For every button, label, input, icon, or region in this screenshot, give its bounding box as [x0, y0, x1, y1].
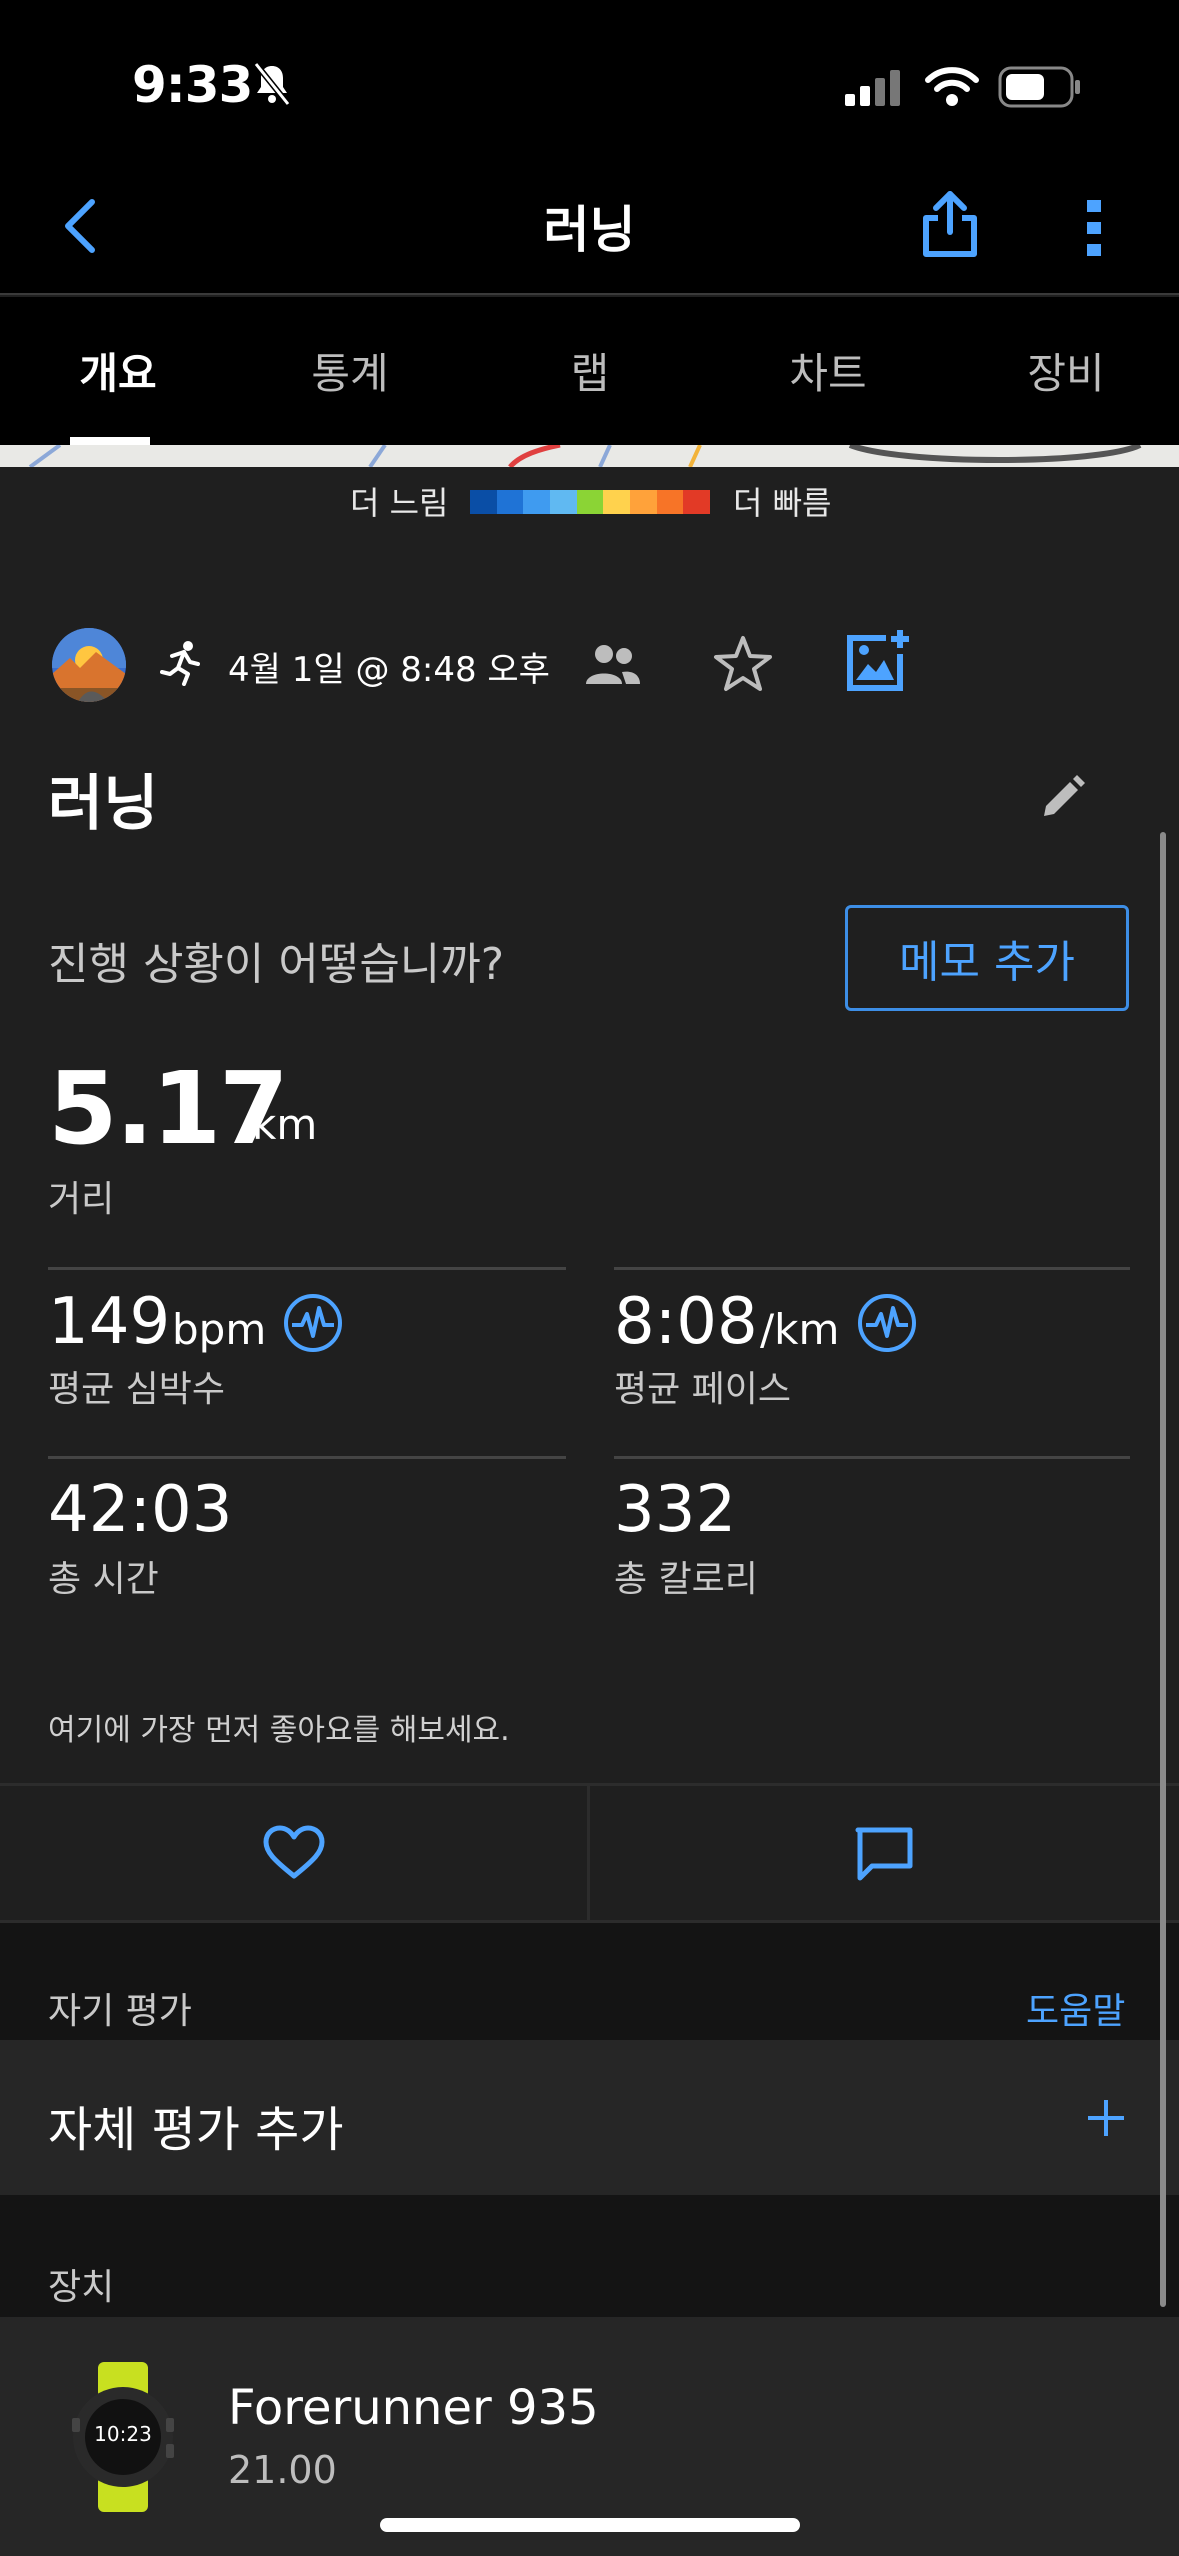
watch-face-time: 10:23 [94, 2422, 152, 2446]
add-photo-icon[interactable] [846, 628, 912, 694]
divider [614, 1267, 1130, 1270]
page-title: 러닝 [543, 201, 636, 259]
device-section [0, 2195, 1179, 2317]
device-version: 21.00 [228, 2448, 337, 2492]
tab-active-indicator [70, 437, 150, 445]
like-heart-icon[interactable] [262, 1824, 326, 1882]
calories-value: 332 [614, 1473, 737, 1547]
home-indicator[interactable] [380, 2518, 800, 2532]
activity-title: 러닝 [48, 769, 159, 839]
wifi-icon [925, 67, 979, 106]
divider [48, 1267, 566, 1270]
device-name: Forerunner 935 [228, 2380, 599, 2436]
watch-image: 10:23 [68, 2362, 178, 2512]
heart-rate-value: 149 [48, 1285, 171, 1359]
divider [614, 1456, 1130, 1459]
distance-unit: km [252, 1100, 318, 1149]
running-icon [160, 641, 200, 686]
add-self-eval-label: 자체 평가 추가 [48, 2102, 344, 2158]
share-icon[interactable] [920, 188, 980, 260]
distance-label: 거리 [48, 1179, 115, 1220]
pace-label: 평균 페이스 [614, 1369, 792, 1410]
pace-chart-icon[interactable] [856, 1292, 918, 1354]
more-menu-icon[interactable] [1083, 196, 1107, 260]
bell-muted-icon [253, 62, 291, 106]
heart-rate-chart-icon[interactable] [282, 1292, 344, 1354]
plus-icon[interactable] [1086, 2098, 1126, 2138]
legend-fast-label: 더 빠름 [733, 484, 832, 522]
legend-slow-label: 더 느림 [350, 484, 449, 522]
people-icon[interactable] [584, 642, 642, 688]
self-eval-heading: 자기 평가 [48, 1991, 192, 2032]
total-time-value: 42:03 [48, 1473, 233, 1547]
tab-gear[interactable]: 장비 [948, 340, 1179, 401]
progress-prompt: 진행 상황이 어떻습니까? [48, 939, 505, 990]
total-time-label: 총 시간 [48, 1559, 159, 1600]
avatar[interactable] [52, 628, 126, 702]
battery-icon [998, 66, 1080, 108]
route-map[interactable] [0, 445, 1179, 467]
pace-unit: /km [760, 1305, 840, 1354]
comment-icon[interactable] [854, 1826, 914, 1882]
distance-value: 5.17 [48, 1050, 289, 1167]
favorite-star-icon[interactable] [712, 634, 774, 694]
divider [587, 1786, 590, 1920]
add-memo-button[interactable]: 메모 추가 [845, 905, 1129, 1011]
edit-pencil-icon[interactable] [1040, 772, 1086, 818]
activity-datetime: 4월 1일 @ 8:48 오후 [228, 650, 550, 690]
tab-laps[interactable]: 랩 [472, 340, 708, 401]
tab-charts[interactable]: 차트 [710, 340, 946, 401]
pace-color-scale [470, 490, 711, 514]
calories-label: 총 칼로리 [614, 1559, 758, 1600]
help-link[interactable]: 도움말 [1026, 1982, 1125, 2034]
likes-prompt: 여기에 가장 먼저 좋아요를 해보세요. [48, 1713, 510, 1748]
status-time: 9:33 [132, 56, 253, 114]
cellular-signal-icon [845, 70, 900, 106]
pace-value: 8:08 [614, 1285, 758, 1359]
heart-rate-label: 평균 심박수 [48, 1369, 226, 1410]
tab-stats[interactable]: 통계 [232, 340, 468, 401]
divider [48, 1456, 566, 1459]
scrollbar[interactable] [1160, 832, 1166, 2307]
tab-overview[interactable]: 개요 [0, 340, 236, 401]
device-heading: 장치 [48, 2267, 115, 2308]
heart-rate-unit: bpm [172, 1305, 267, 1354]
